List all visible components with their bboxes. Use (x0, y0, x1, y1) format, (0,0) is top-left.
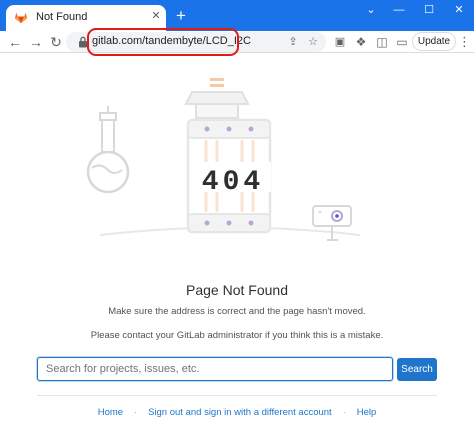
404-illustration: 404 (86, 78, 361, 241)
share-icon[interactable]: ⇪ (284, 33, 302, 51)
error-code: 404 (202, 167, 264, 198)
reload-button[interactable]: ↻ (47, 33, 65, 51)
page-title: Page Not Found (186, 282, 288, 298)
help-link[interactable]: Help (357, 407, 377, 418)
home-link[interactable]: Home (98, 407, 123, 418)
bookmark-star-icon[interactable]: ☆ (304, 33, 322, 51)
planet-icon (86, 106, 130, 194)
contact-message: Please contact your GitLab administrator… (90, 330, 384, 341)
separator: · (134, 407, 138, 417)
device-icon (312, 205, 352, 241)
gitlab-fox-icon (14, 12, 28, 24)
error-message: Make sure the address is correct and the… (108, 306, 366, 317)
search-button[interactable]: Search (397, 358, 437, 381)
profile-icon[interactable]: ▭ (393, 33, 411, 51)
search-input[interactable] (37, 357, 393, 381)
maximize-button[interactable]: ☐ (414, 0, 444, 20)
browser-tab-strip: Not Found ✕ + ⌄ — ☐ ✕ (0, 0, 474, 31)
back-button[interactable]: ← (6, 33, 24, 51)
url-highlight-annotation (87, 28, 239, 56)
separator: · (342, 407, 346, 417)
sign-out-link[interactable]: Sign out and sign in with a different ac… (148, 407, 332, 418)
close-window-button[interactable]: ✕ (444, 0, 474, 20)
menu-icon[interactable]: ⋮ (458, 33, 471, 51)
extensions-puzzle-icon[interactable]: ❖ (352, 33, 370, 51)
chevron-down-icon[interactable]: ⌄ (356, 0, 386, 20)
minimize-button[interactable]: — (384, 0, 414, 20)
update-button[interactable]: Update (412, 32, 456, 51)
forward-button[interactable]: → (27, 33, 45, 51)
footer-links: Home · Sign out and sign in with a diffe… (0, 405, 474, 419)
new-tab-button[interactable]: + (170, 5, 192, 27)
extension-icon[interactable]: ▣ (331, 33, 349, 51)
divider (37, 395, 437, 396)
tab-title: Not Found (36, 11, 88, 23)
tab-close-icon[interactable]: ✕ (149, 8, 163, 24)
side-panel-icon[interactable]: ◫ (373, 33, 391, 51)
tower-icon (184, 78, 272, 234)
